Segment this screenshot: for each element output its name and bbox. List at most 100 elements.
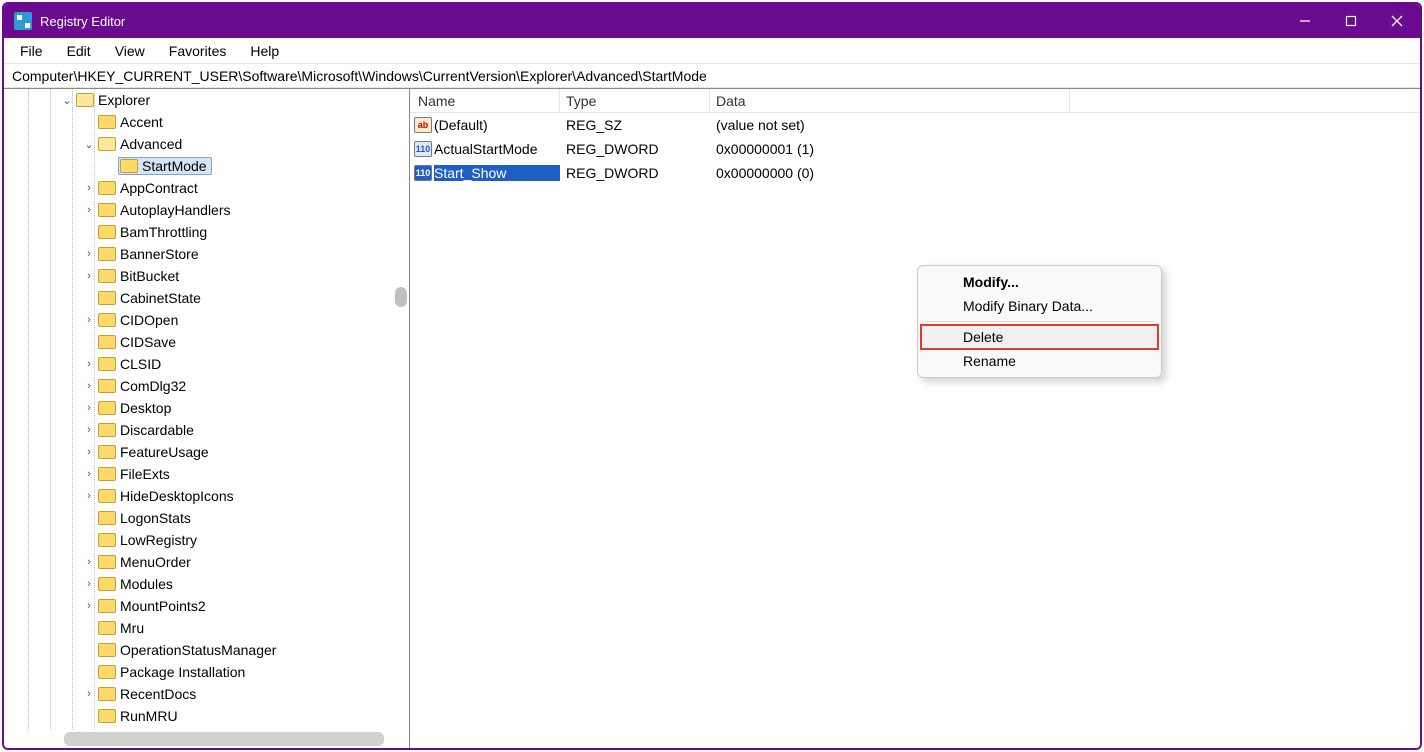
value-name: ActualStartMode <box>434 141 560 157</box>
tree-cidopen[interactable]: ›CIDOpen <box>4 309 409 331</box>
folder-icon <box>98 687 116 701</box>
folder-icon <box>98 115 116 129</box>
tree-label: CIDSave <box>120 334 176 350</box>
tree-menuorder[interactable]: ›MenuOrder <box>4 551 409 573</box>
value-name: (Default) <box>434 117 560 133</box>
tree-appcontract[interactable]: ›AppContract <box>4 177 409 199</box>
folder-icon <box>98 467 116 481</box>
tree-recentdocs[interactable]: ›RecentDocs <box>4 683 409 705</box>
tree-bitbucket[interactable]: ›BitBucket <box>4 265 409 287</box>
column-name[interactable]: Name <box>410 89 560 112</box>
list-pane[interactable]: Name Type Data ab(Default)REG_SZ(value n… <box>410 89 1420 748</box>
tree-label: HideDesktopIcons <box>120 488 234 504</box>
tree-label: FeatureUsage <box>120 444 209 460</box>
tree-label: Accent <box>120 114 163 130</box>
registry-editor-window: Registry Editor File Edit View Favorites… <box>2 2 1422 750</box>
folder-icon <box>98 225 116 239</box>
folder-icon <box>98 665 116 679</box>
tree-featureusage[interactable]: ›FeatureUsage <box>4 441 409 463</box>
tree-cidsave[interactable]: CIDSave <box>4 331 409 353</box>
tree-advanced[interactable]: ⌄Advanced <box>4 133 409 155</box>
tree-label: MenuOrder <box>120 554 191 570</box>
tree-label: Modules <box>120 576 173 592</box>
value-data: (value not set) <box>710 117 1070 133</box>
folder-icon <box>98 269 116 283</box>
folder-icon <box>120 159 138 173</box>
context-rename[interactable]: Rename <box>921 349 1158 373</box>
tree-runmru[interactable]: RunMRU <box>4 705 409 727</box>
tree-mountpoints2[interactable]: ›MountPoints2 <box>4 595 409 617</box>
context-modify[interactable]: Modify... <box>921 270 1158 294</box>
tree-autoplayhandlers[interactable]: ›AutoplayHandlers <box>4 199 409 221</box>
tree-operationstatusmanager[interactable]: OperationStatusManager <box>4 639 409 661</box>
tree-pane[interactable]: ⌄Explorer Accent ⌄AdvancedStartMode›AppCon… <box>4 89 410 748</box>
titlebar[interactable]: Registry Editor <box>4 4 1420 38</box>
folder-icon <box>98 379 116 393</box>
folder-icon <box>98 709 116 723</box>
value-row-0[interactable]: ab(Default)REG_SZ(value not set) <box>410 113 1420 137</box>
tree-bamthrottling[interactable]: BamThrottling <box>4 221 409 243</box>
window-controls <box>1282 4 1420 38</box>
menu-file[interactable]: File <box>10 41 53 61</box>
tree-horizontal-scrollbar[interactable] <box>64 732 384 746</box>
menu-help[interactable]: Help <box>240 41 289 61</box>
column-type[interactable]: Type <box>560 89 710 112</box>
value-name: Start_Show <box>434 165 560 181</box>
tree-comdlg32[interactable]: ›ComDlg32 <box>4 375 409 397</box>
tree-fileexts[interactable]: ›FileExts <box>4 463 409 485</box>
tree-hidedesktopicons[interactable]: ›HideDesktopIcons <box>4 485 409 507</box>
context-modify-binary[interactable]: Modify Binary Data... <box>921 294 1158 318</box>
tree-vertical-scrollbar[interactable] <box>395 287 407 307</box>
tree-logonstats[interactable]: LogonStats <box>4 507 409 529</box>
maximize-button[interactable] <box>1328 4 1374 38</box>
column-data[interactable]: Data <box>710 89 1070 112</box>
tree-label: BamThrottling <box>120 224 207 240</box>
menu-favorites[interactable]: Favorites <box>159 41 237 61</box>
tree-label: MountPoints2 <box>120 598 206 614</box>
tree-mru[interactable]: Mru <box>4 617 409 639</box>
tree-startmode[interactable]: StartMode <box>4 155 409 177</box>
content-area: ⌄Explorer Accent ⌄AdvancedStartMode›AppCon… <box>4 88 1420 748</box>
window-title: Registry Editor <box>40 14 125 29</box>
dword-icon: 110 <box>414 165 432 181</box>
address-bar[interactable]: Computer\HKEY_CURRENT_USER\Software\Micr… <box>4 64 1420 88</box>
folder-icon <box>76 93 94 107</box>
address-text: Computer\HKEY_CURRENT_USER\Software\Micr… <box>12 68 707 84</box>
tree-bannerstore[interactable]: ›BannerStore <box>4 243 409 265</box>
folder-icon <box>98 511 116 525</box>
value-type: REG_SZ <box>560 117 710 133</box>
tree-discardable[interactable]: ›Discardable <box>4 419 409 441</box>
tree-lowregistry[interactable]: LowRegistry <box>4 529 409 551</box>
context-delete[interactable]: Delete <box>921 325 1158 349</box>
tree-accent[interactable]: Accent <box>4 111 409 133</box>
app-icon <box>14 12 32 30</box>
folder-icon <box>98 621 116 635</box>
tree-explorer[interactable]: ⌄Explorer <box>4 89 409 111</box>
dword-icon: 110 <box>414 141 432 157</box>
tree-label: AutoplayHandlers <box>120 202 231 218</box>
tree-label: FileExts <box>120 466 170 482</box>
value-row-1[interactable]: 110ActualStartModeREG_DWORD0x00000001 (1… <box>410 137 1420 161</box>
tree-modules[interactable]: ›Modules <box>4 573 409 595</box>
list-header: Name Type Data <box>410 89 1420 113</box>
minimize-button[interactable] <box>1282 4 1328 38</box>
tree-label: ComDlg32 <box>120 378 186 394</box>
tree-label: Mru <box>120 620 144 636</box>
tree-label: RunMRU <box>120 708 178 724</box>
tree-desktop[interactable]: ›Desktop <box>4 397 409 419</box>
tree-label: Advanced <box>120 136 182 152</box>
tree-package-installation[interactable]: Package Installation <box>4 661 409 683</box>
menu-view[interactable]: View <box>105 41 155 61</box>
context-separator <box>925 321 1154 322</box>
menu-edit[interactable]: Edit <box>57 41 101 61</box>
tree-label: Desktop <box>120 400 171 416</box>
close-button[interactable] <box>1374 4 1420 38</box>
value-row-2[interactable]: 110Start_ShowREG_DWORD0x00000000 (0) <box>410 161 1420 185</box>
tree-clsid[interactable]: ›CLSID <box>4 353 409 375</box>
folder-icon <box>98 533 116 547</box>
tree-label: Package Installation <box>120 664 245 680</box>
tree-cabinetstate[interactable]: CabinetState <box>4 287 409 309</box>
tree-label: BannerStore <box>120 246 199 262</box>
folder-icon <box>98 335 116 349</box>
tree-label: CIDOpen <box>120 312 178 328</box>
